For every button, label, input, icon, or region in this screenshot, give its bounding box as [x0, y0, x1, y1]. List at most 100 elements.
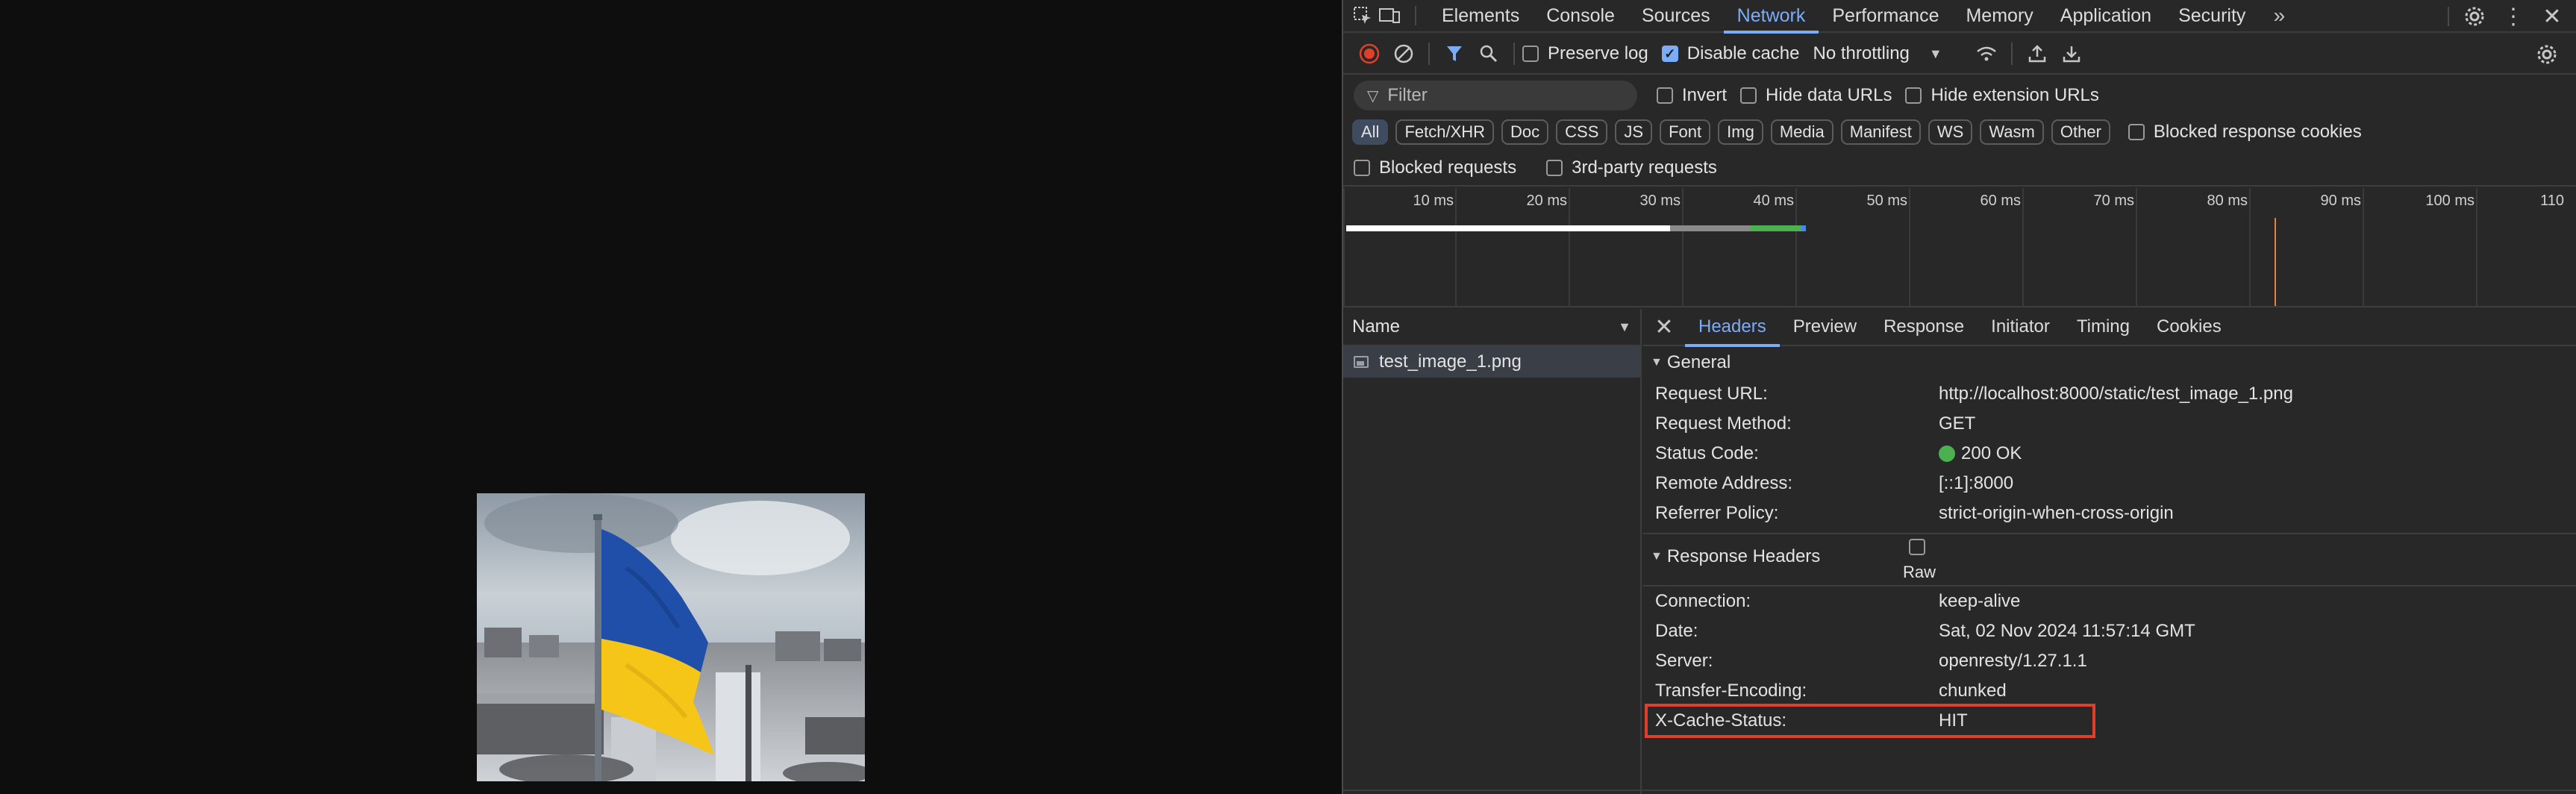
hide-extension-urls-checkbox[interactable]: Hide extension URLs [1905, 85, 2099, 106]
type-filter-img[interactable]: Img [1718, 119, 1763, 145]
timeline-tick-label: 10 ms [1413, 193, 1454, 209]
tab-headers[interactable]: Headers [1685, 308, 1780, 347]
filter-placeholder: Filter [1387, 85, 1428, 105]
header-key: Request URL: [1655, 384, 1768, 404]
general-section-toggle[interactable]: ▼ General [1643, 346, 2576, 379]
hide-data-urls-checkbox[interactable]: Hide data URLs [1740, 85, 1892, 106]
search-icon[interactable] [1472, 37, 1506, 71]
type-filter-ws[interactable]: WS [1928, 119, 1973, 145]
hide-data-urls-box[interactable] [1740, 87, 1757, 104]
page-viewport [0, 0, 1342, 794]
request-name: test_image_1.png [1379, 351, 1522, 372]
invert-box[interactable] [1657, 87, 1673, 104]
blocked-requests-row: Blocked requests 3rd-party requests [1343, 151, 2576, 187]
blocked-response-cookies-checkbox[interactable]: Blocked response cookies [2128, 122, 2362, 143]
tab-preview[interactable]: Preview [1780, 308, 1870, 346]
type-filter-doc[interactable]: Doc [1501, 119, 1549, 145]
timeline-gridline [2363, 188, 2364, 306]
tab-network[interactable]: Network [1723, 0, 1819, 34]
response-header-row: Date: Sat, 02 Nov 2024 11:57:14 GMT [1643, 616, 2576, 646]
tab-cookies[interactable]: Cookies [2143, 308, 2235, 346]
general-row-referrer-policy: Referrer Policy: strict-origin-when-cros… [1643, 498, 2576, 528]
resource-type-filter-row: All Fetch/XHR Doc CSS JS Font Img Media … [1343, 115, 2576, 149]
raw-checkbox[interactable] [1909, 539, 1925, 555]
triangle-down-icon: ▼ [1651, 356, 1663, 369]
header-key: Remote Address: [1655, 473, 1793, 493]
tab-security[interactable]: Security [2165, 0, 2259, 32]
customize-menu-icon[interactable]: ⋮ [2494, 0, 2533, 33]
settings-gear-icon[interactable] [2455, 0, 2494, 33]
header-value: keep-alive [1939, 591, 2021, 611]
header-key: Status Code: [1655, 443, 1759, 463]
preserve-log-label: Preserve log [1548, 43, 1648, 63]
details-tabbar: ✕ Headers Preview Response Initiator Tim… [1643, 308, 2576, 347]
tab-initiator[interactable]: Initiator [1978, 308, 2063, 346]
type-filter-wasm[interactable]: Wasm [1980, 119, 2044, 145]
header-value: Sat, 02 Nov 2024 11:57:14 GMT [1939, 621, 2195, 641]
blocked-response-cookies-label: Blocked response cookies [2153, 122, 2362, 142]
header-value: [::1]:8000 [1939, 473, 2014, 493]
timeline-gridline [1343, 188, 1345, 306]
tab-sources[interactable]: Sources [1628, 0, 1724, 32]
x-cache-status-highlight-box [1645, 704, 2095, 738]
blocked-requests-checkbox[interactable]: Blocked requests [1354, 157, 1516, 178]
triangle-down-icon: ▼ [1651, 550, 1663, 563]
scroll-continuation-edge [1343, 790, 2576, 794]
timeline-gridline [2249, 188, 2251, 306]
network-timeline-overview[interactable]: 10 ms 20 ms 30 ms 40 ms 50 ms 60 ms 70 m… [1343, 188, 2576, 307]
close-details-icon[interactable]: ✕ [1643, 314, 1685, 340]
type-filter-css[interactable]: CSS [1556, 119, 1608, 145]
disable-cache-checkbox[interactable]: Disable cache [1661, 43, 1799, 64]
network-conditions-wifi-icon[interactable] [1969, 37, 2004, 71]
hide-extension-urls-box[interactable] [1905, 87, 1922, 104]
tab-performance[interactable]: Performance [1819, 0, 1952, 32]
disable-cache-box[interactable] [1661, 46, 1678, 62]
invert-checkbox[interactable]: Invert [1657, 85, 1727, 106]
filter-funnel-icon[interactable] [1437, 37, 1472, 71]
network-settings-gear-icon[interactable] [2530, 37, 2564, 72]
header-value: 200 OK [1961, 443, 2022, 463]
header-value: chunked [1939, 681, 2007, 701]
throttling-value: No throttling [1813, 43, 1910, 63]
blocked-requests-box[interactable] [1354, 160, 1370, 176]
close-devtools-icon[interactable]: ✕ [2533, 0, 2572, 33]
tab-timing[interactable]: Timing [2063, 308, 2143, 346]
timeline-tick-label: 20 ms [1526, 193, 1567, 209]
network-toolbar: Preserve log Disable cache No throttling… [1343, 34, 2576, 75]
chevron-down-icon[interactable]: ▼ [1618, 319, 1631, 335]
throttling-select[interactable]: No throttling ▼ [1813, 43, 1942, 64]
device-toolbar-icon[interactable] [1376, 0, 1403, 32]
export-har-download-icon[interactable] [2054, 37, 2089, 71]
type-filter-manifest[interactable]: Manifest [1840, 119, 1921, 145]
type-filter-font[interactable]: Font [1660, 119, 1711, 145]
header-key: Transfer-Encoding: [1655, 681, 1807, 701]
type-filter-other[interactable]: Other [2051, 119, 2110, 145]
type-filter-js[interactable]: JS [1615, 119, 1653, 145]
general-row-remote-address: Remote Address: [::1]:8000 [1643, 469, 2576, 498]
third-party-requests-box[interactable] [1546, 160, 1563, 176]
blocked-response-cookies-box[interactable] [2128, 124, 2145, 140]
header-value: http://localhost:8000/static/test_image_… [1939, 384, 2293, 404]
timeline-tick-label: 70 ms [2093, 193, 2134, 209]
type-filter-fetch-xhr[interactable]: Fetch/XHR [1395, 119, 1495, 145]
stop-recording-icon[interactable] [1352, 37, 1387, 71]
import-har-upload-icon[interactable] [2020, 37, 2054, 71]
type-filter-media[interactable]: Media [1770, 119, 1833, 145]
preserve-log-checkbox[interactable]: Preserve log [1522, 43, 1648, 64]
response-header-row: Transfer-Encoding: chunked [1643, 676, 2576, 706]
more-tabs-icon[interactable]: » [2259, 0, 2299, 32]
clear-icon[interactable] [1387, 37, 1421, 71]
preserve-log-box[interactable] [1522, 46, 1539, 62]
request-row[interactable]: test_image_1.png [1343, 346, 1640, 378]
tab-console[interactable]: Console [1533, 0, 1628, 32]
third-party-requests-checkbox[interactable]: 3rd-party requests [1546, 157, 1717, 178]
response-headers-section-toggle[interactable]: ▼ Response Headers [1643, 540, 1820, 573]
tab-response[interactable]: Response [1870, 308, 1978, 346]
tab-elements[interactable]: Elements [1428, 0, 1533, 32]
name-column-header[interactable]: Name ▼ [1343, 309, 1640, 346]
type-filter-all[interactable]: All [1352, 119, 1389, 145]
filter-input[interactable]: ▽ Filter [1354, 81, 1637, 110]
tab-memory[interactable]: Memory [1952, 0, 2046, 32]
inspect-element-icon[interactable] [1349, 0, 1376, 32]
tab-application[interactable]: Application [2047, 0, 2165, 32]
